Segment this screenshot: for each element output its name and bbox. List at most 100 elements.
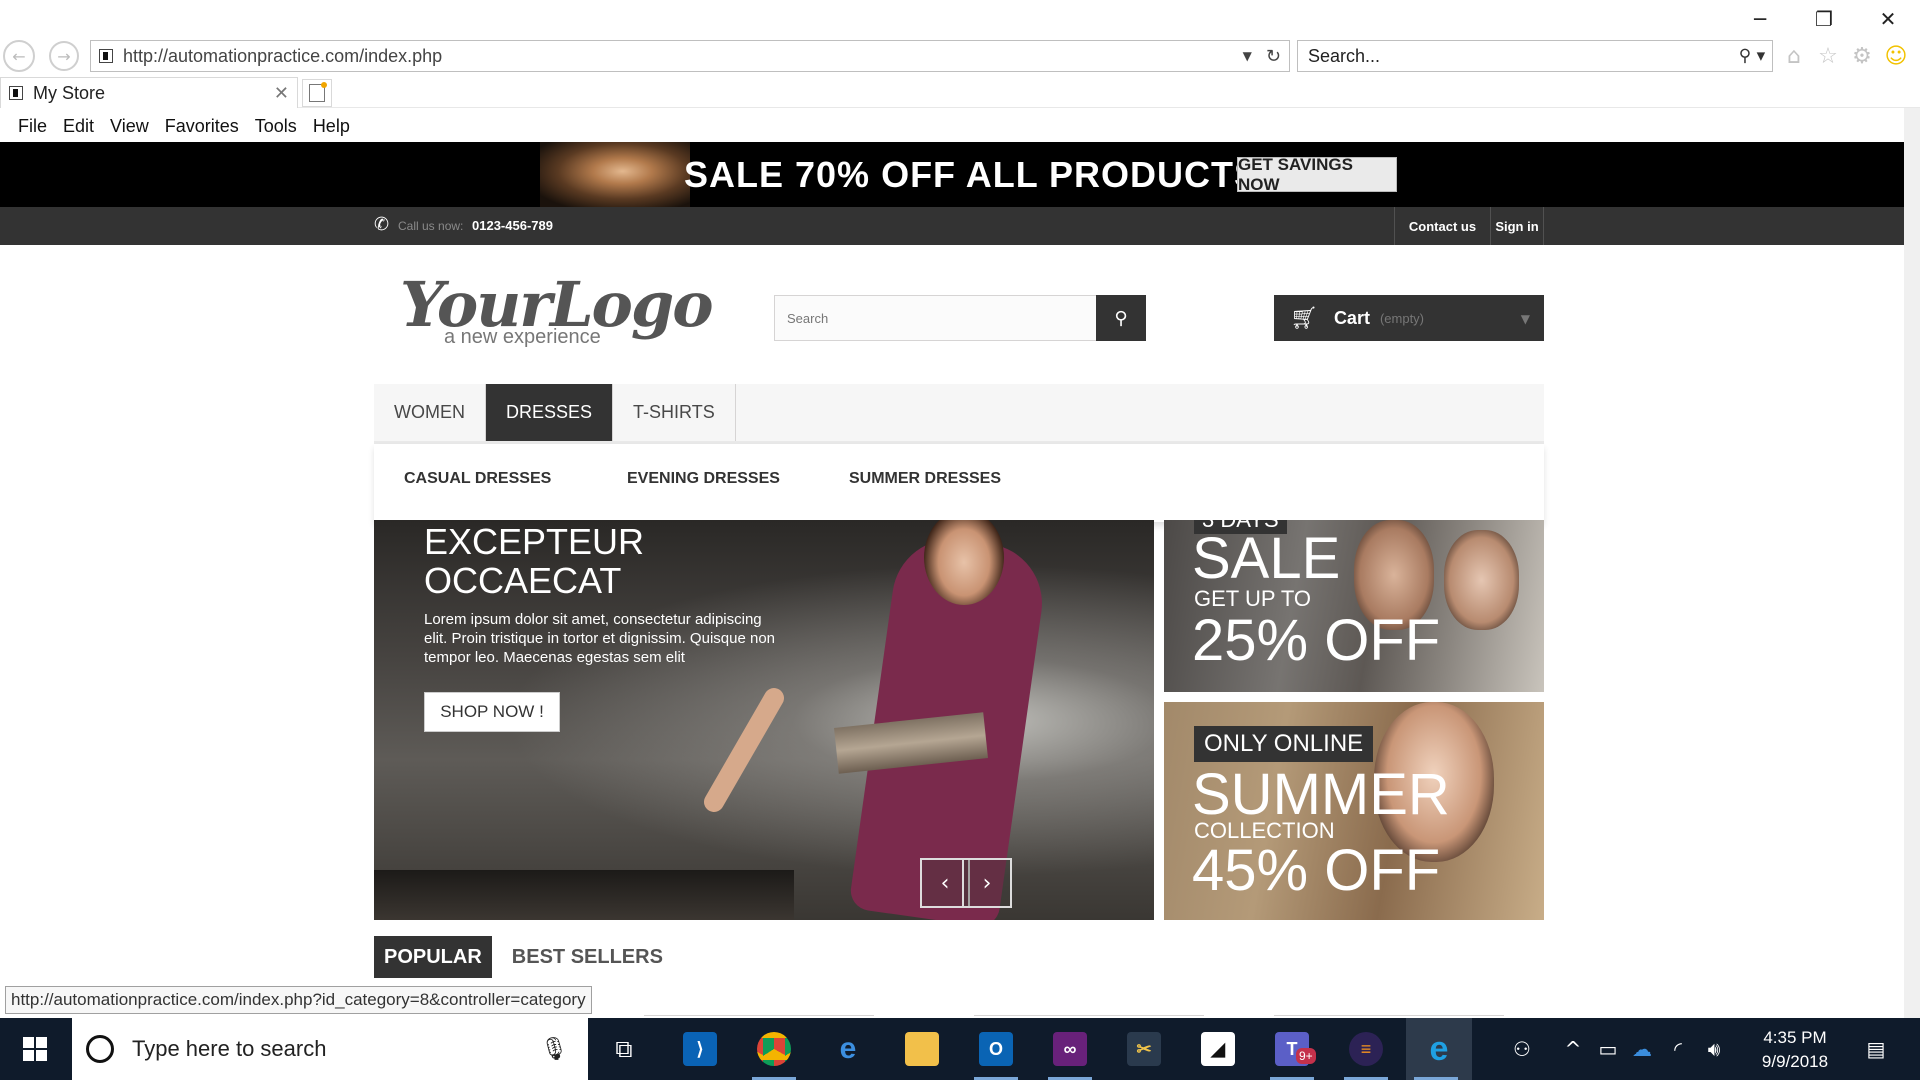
taskbar-chrome[interactable] [744,1018,804,1080]
restore-button[interactable]: ❐ [1792,0,1856,38]
banner-summer-text: SUMMER [1192,762,1450,827]
magnifier-icon: ⚲ [1114,307,1128,329]
clock-time: 4:35 PM [1763,1028,1827,1047]
cart-button[interactable]: 🛒︎ Cart (empty) ▼ [1274,295,1544,341]
people-button[interactable]: ⚇ [1504,1018,1540,1080]
banner-only-online-tag: ONLY ONLINE [1194,726,1374,762]
forward-button[interactable]: → [49,41,79,71]
favorites-star-icon[interactable]: ☆ [1816,42,1840,70]
main-category-menu: WOMEN DRESSES T-SHIRTS [374,384,1544,444]
address-dropdown-icon[interactable]: ▼ [1243,49,1252,63]
eclipse-icon: ≡ [1349,1032,1383,1066]
new-tab-button[interactable] [302,79,332,107]
tab-best-sellers[interactable]: BEST SELLERS [502,936,673,978]
site-search-input[interactable] [774,295,1096,341]
home-icon[interactable]: ⌂ [1782,42,1806,70]
taskbar-snipping-tool[interactable]: ✂ [1114,1018,1174,1080]
new-tab-icon [309,82,327,102]
onedrive-button[interactable]: ☁ [1628,1018,1656,1080]
close-window-button[interactable]: ✕ [1856,0,1920,38]
slide-title-line1: EXCEPTEUR [424,521,645,562]
site-logo[interactable]: YourLogo a new experience [400,270,714,360]
wifi-button[interactable]: ◜ [1664,1018,1692,1080]
banner-woman-image [1444,530,1519,630]
microphone-icon[interactable]: 🎙︎ [540,1037,568,1062]
search-icon[interactable]: ⚲ ▾ [1732,46,1772,66]
slider-rail-graphic [374,870,794,920]
refresh-icon[interactable]: ↻ [1266,46,1281,67]
menu-view[interactable]: View [102,116,157,137]
tab-close-icon[interactable]: ✕ [274,83,289,104]
taskbar-visual-studio[interactable]: ∞ [1040,1018,1100,1080]
menu-help[interactable]: Help [305,116,358,137]
internet-explorer-icon: e [1429,1029,1449,1068]
taskbar-eclipse[interactable]: ≡ [1336,1018,1396,1080]
menu-favorites[interactable]: Favorites [157,116,247,137]
shop-now-button[interactable]: SHOP NOW ! [424,692,560,732]
submenu-casual-dresses[interactable]: CASUAL DRESSES [404,470,551,488]
taskbar-outlook[interactable]: O [966,1018,1026,1080]
edge-icon: e [839,1032,857,1065]
homepage-slider[interactable]: EXCEPTEUR OCCAECAT Lorem ipsum dolor sit… [374,520,1154,920]
menu-file[interactable]: File [10,116,55,137]
menu-edit[interactable]: Edit [55,116,102,137]
menu-dresses[interactable]: DRESSES [486,384,614,441]
taskbar-teams[interactable]: T 9+ [1262,1018,1322,1080]
taskbar-edge[interactable]: e [818,1018,878,1080]
back-button[interactable]: ← [3,40,35,72]
product-tabs: POPULAR BEST SELLERS [374,936,683,978]
minimize-button[interactable]: ─ [1728,0,1792,38]
taskbar-clock[interactable]: 4:35 PM 9/9/2018 [1740,1026,1850,1074]
get-savings-button[interactable]: GET SAVINGS NOW [1237,155,1397,194]
people-icon: ⚇ [1513,1037,1531,1061]
visual-studio-icon: ∞ [1053,1032,1087,1066]
site-top-nav: ✆ Call us now: 0123-456-789 Contact us S… [0,207,1904,245]
address-bar[interactable]: http://automationpractice.com/index.php … [90,40,1290,72]
feedback-smiley-icon[interactable]: ☺ [1884,42,1908,70]
sale-banner[interactable]: 3 DAYS SALE GET UP TO 25% OFF [1164,520,1544,692]
battery-button[interactable]: ▭ [1594,1018,1622,1080]
notification-icon: ▤ [1866,1037,1886,1061]
action-center-button[interactable]: ▤ [1854,1018,1898,1080]
sign-in-link[interactable]: Sign in [1490,207,1544,245]
taskbar-sticky-notes[interactable]: ◢ [1188,1018,1248,1080]
start-button[interactable] [0,1018,70,1080]
banner-get-up-to-text: GET UP TO [1194,586,1311,611]
call-us-label: Call us now: [398,219,464,233]
tab-popular[interactable]: POPULAR [374,936,492,978]
submenu-summer-dresses[interactable]: SUMMER DRESSES [849,470,1001,488]
logo-tagline: a new experience [444,326,601,348]
show-hidden-icons-button[interactable]: ^ [1560,1018,1586,1080]
volume-button[interactable]: 🔊︎ [1700,1018,1728,1080]
taskbar-vscode[interactable]: ⟩ [670,1018,730,1080]
window-titlebar: ─ ❐ ✕ [0,0,1920,38]
page-scrollbar[interactable] [1904,108,1920,1018]
task-view-button[interactable]: ⧉ [594,1018,654,1080]
settings-gear-icon[interactable]: ⚙ [1850,42,1874,70]
menu-tools[interactable]: Tools [247,116,305,137]
browser-search-input[interactable] [1298,45,1732,67]
menu-women[interactable]: WOMEN [374,384,486,441]
back-arrow-icon: ← [12,46,26,66]
snipping-tool-icon: ✂ [1127,1032,1161,1066]
promo-banner[interactable]: SALE 70% OFF ALL PRODUCTS GET SAVINGS NO… [0,142,1904,207]
site-search-button[interactable]: ⚲ [1096,295,1146,341]
browser-search-box[interactable]: ⚲ ▾ [1297,40,1773,72]
teams-notification-badge: 9+ [1296,1048,1316,1064]
taskbar-file-explorer[interactable] [892,1018,952,1080]
menu-tshirts[interactable]: T-SHIRTS [613,384,736,441]
submenu-evening-dresses[interactable]: EVENING DRESSES [627,470,780,488]
taskbar-search-box[interactable]: Type here to search 🎙︎ [72,1018,588,1080]
cart-label: Cart [1333,307,1370,328]
address-url[interactable]: http://automationpractice.com/index.php [123,46,1243,67]
promo-model-image [540,142,690,207]
summer-collection-banner[interactable]: ONLY ONLINE SUMMER COLLECTION 45% OFF [1164,702,1544,920]
taskbar-internet-explorer[interactable]: e [1406,1018,1472,1080]
chevron-up-icon: ^ [1564,1037,1582,1061]
contact-us-link[interactable]: Contact us [1394,207,1490,245]
task-view-icon: ⧉ [615,1035,633,1063]
browser-navigation-bar: ← → http://automationpractice.com/index.… [0,38,1920,74]
speaker-icon: 🔊︎ [1707,1037,1721,1061]
browser-tab[interactable]: My Store ✕ [0,77,298,108]
slider-next-button[interactable]: › [962,858,1012,908]
